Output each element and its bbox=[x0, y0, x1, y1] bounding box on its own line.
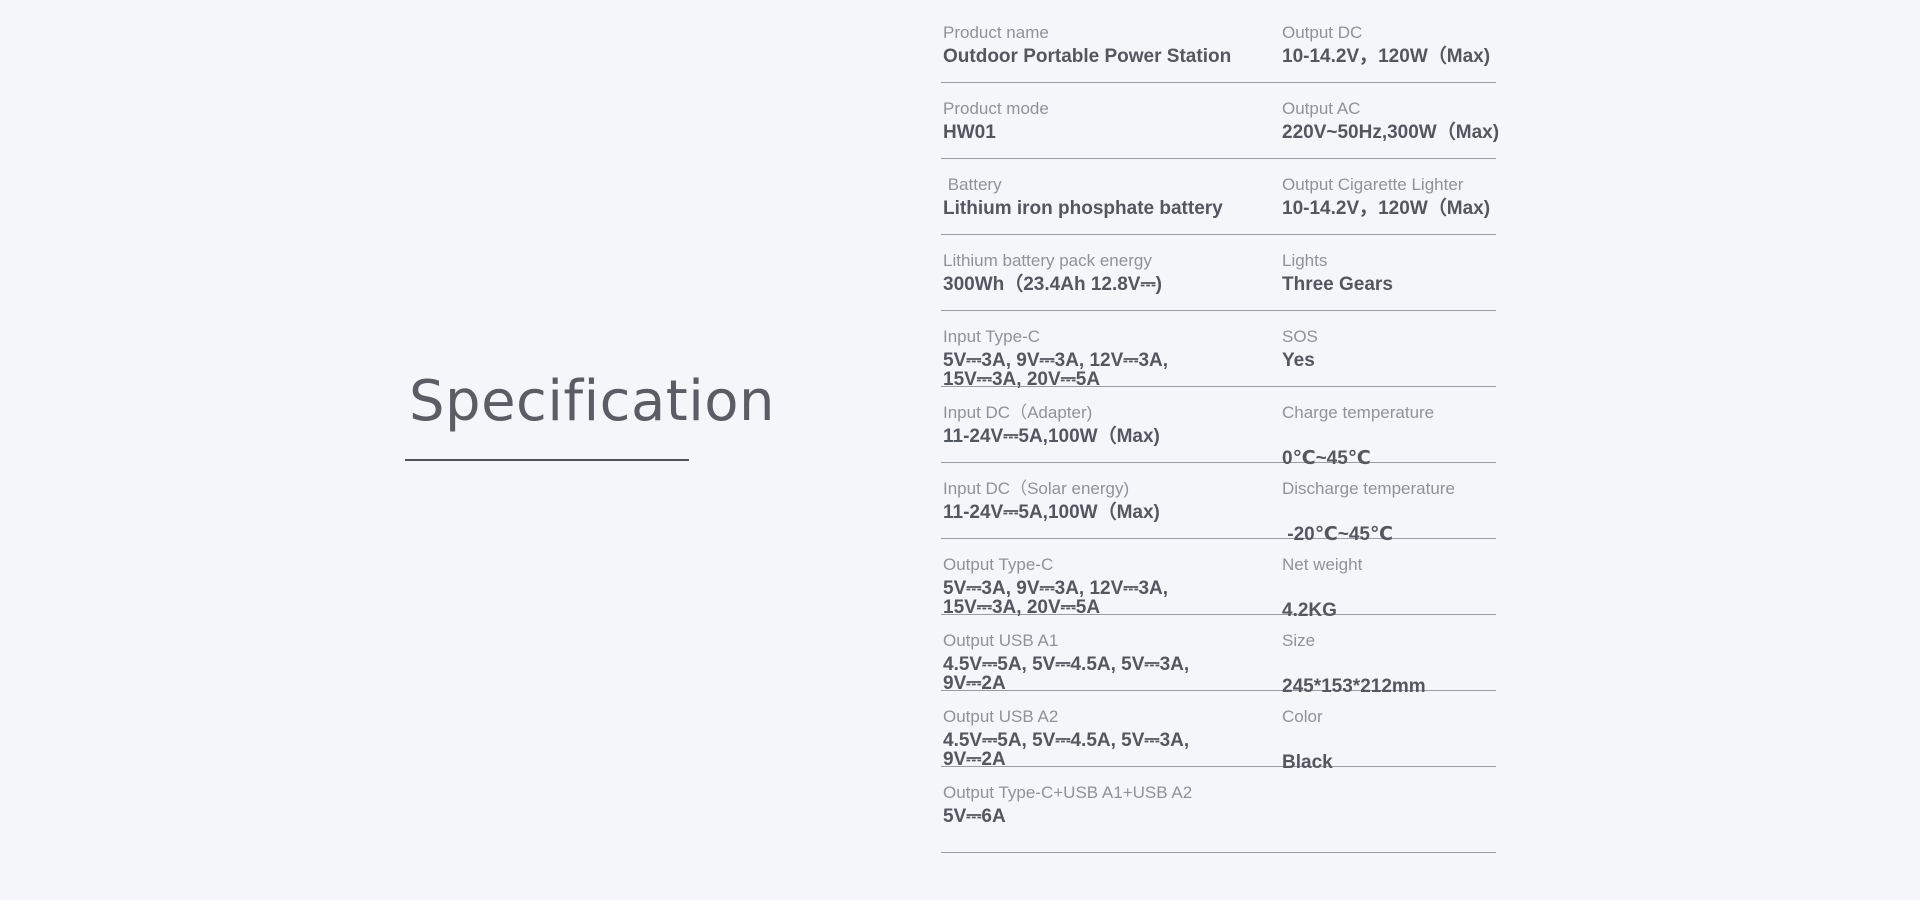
spec-cell: Product name Outdoor Portable Power Stat… bbox=[943, 7, 1273, 82]
spec-value-line: 4.5V⎓5A, 5V⎓4.5A, 5V⎓3A, bbox=[943, 654, 1190, 675]
spec-cell: Output USB A1 4.5V⎓5A, 5V⎓4.5A, 5V⎓3A, 9… bbox=[943, 615, 1273, 693]
spec-label: SOS bbox=[1282, 327, 1318, 346]
spec-row: Output USB A1 4.5V⎓5A, 5V⎓4.5A, 5V⎓3A, 9… bbox=[941, 615, 1496, 697]
spec-label: Input DC（Adapter) bbox=[943, 403, 1093, 422]
spec-value: Yes bbox=[1282, 350, 1315, 371]
spec-row: Output USB A2 4.5V⎓5A, 5V⎓4.5A, 5V⎓3A, 9… bbox=[941, 691, 1496, 773]
spec-value: 5V⎓6A bbox=[943, 806, 1006, 827]
spec-value: Outdoor Portable Power Station bbox=[943, 46, 1232, 67]
spec-cell: Input Type-C 5V⎓3A, 9V⎓3A, 12V⎓3A, 15V⎓3… bbox=[943, 311, 1273, 389]
spec-cell: Discharge temperature -20℃~45℃ bbox=[1282, 463, 1502, 545]
spec-value: 300Wh（23.4Ah 12.8V⎓) bbox=[943, 274, 1162, 295]
spec-label: Discharge temperature bbox=[1282, 479, 1455, 498]
spec-cell: Output USB A2 4.5V⎓5A, 5V⎓4.5A, 5V⎓3A, 9… bbox=[943, 691, 1273, 769]
spec-label: Product name bbox=[943, 23, 1049, 42]
spec-row: Product mode HW01 Output AC 220V~50Hz,30… bbox=[941, 83, 1499, 159]
spec-row: Input DC（Adapter) 11-24V⎓5A,100W（Max) Ch… bbox=[941, 387, 1496, 469]
spec-cell: Output Type-C 5V⎓3A, 9V⎓3A, 12V⎓3A, 15V⎓… bbox=[943, 539, 1273, 617]
title-underline bbox=[405, 459, 689, 461]
spec-cell: Charge temperature 0℃~45℃ bbox=[1282, 387, 1502, 469]
spec-value: 5V⎓3A, 9V⎓3A, 12V⎓3A, 15V⎓3A, 20V⎓5A bbox=[943, 579, 1168, 617]
spec-row: Battery Lithium iron phosphate battery O… bbox=[941, 159, 1496, 235]
spec-label: Output Type-C+USB A1+USB A2 bbox=[943, 783, 1193, 802]
page-title: Specification bbox=[409, 369, 776, 434]
spec-value: 10-14.2V，120W（Max) bbox=[1282, 46, 1491, 67]
spec-cell: Lithium battery pack energy 300Wh（23.4Ah… bbox=[943, 235, 1273, 310]
spec-cell: Input DC（Solar energy) 11-24V⎓5A,100W（Ma… bbox=[943, 463, 1273, 538]
spec-value: Three Gears bbox=[1282, 274, 1393, 295]
spec-label: Output USB A1 bbox=[943, 631, 1059, 650]
spec-cell: Product mode HW01 bbox=[943, 83, 1273, 158]
spec-value: 4.5V⎓5A, 5V⎓4.5A, 5V⎓3A, 9V⎓2A bbox=[943, 731, 1189, 769]
spec-label: Lights bbox=[1282, 251, 1328, 270]
spec-label: Output AC bbox=[1282, 99, 1361, 118]
spec-cell: Size 245*153*212mm bbox=[1282, 615, 1502, 697]
spec-cell: Output Cigarette Lighter 10-14.2V，120W（M… bbox=[1282, 159, 1502, 234]
spec-value-line: 5V⎓3A, 9V⎓3A, 12V⎓3A, bbox=[943, 578, 1169, 599]
spec-cell: Input DC（Adapter) 11-24V⎓5A,100W（Max) bbox=[943, 387, 1273, 462]
spec-row: Output Type-C+USB A1+USB A2 5V⎓6A bbox=[941, 767, 1496, 853]
spec-label: Lithium battery pack energy bbox=[943, 251, 1152, 270]
spec-label: Color bbox=[1282, 707, 1323, 726]
spec-cell: Output AC 220V~50Hz,300W（Max) bbox=[1282, 83, 1502, 158]
spec-cell: Color Black bbox=[1282, 691, 1502, 773]
spec-value: 5V⎓3A, 9V⎓3A, 12V⎓3A, 15V⎓3A, 20V⎓5A bbox=[943, 351, 1168, 389]
spec-label: Output DC bbox=[1282, 23, 1363, 42]
spec-cell: Battery Lithium iron phosphate battery bbox=[943, 159, 1273, 234]
spec-row: Input Type-C 5V⎓3A, 9V⎓3A, 12V⎓3A, 15V⎓3… bbox=[941, 311, 1496, 389]
spec-row: Lithium battery pack energy 300Wh（23.4Ah… bbox=[941, 235, 1496, 311]
spec-table: Product name Outdoor Portable Power Stat… bbox=[941, 7, 1499, 853]
spec-cell: Output Type-C+USB A1+USB A2 5V⎓6A bbox=[943, 767, 1273, 852]
spec-label: Output Type-C bbox=[943, 555, 1054, 574]
spec-label: Input DC（Solar energy) bbox=[943, 479, 1130, 498]
spec-cell: SOS Yes bbox=[1282, 311, 1502, 386]
spec-cell: Lights Three Gears bbox=[1282, 235, 1502, 310]
spec-label: Output Cigarette Lighter bbox=[1282, 175, 1464, 194]
spec-value: Lithium iron phosphate battery bbox=[943, 198, 1223, 219]
spec-label: Charge temperature bbox=[1282, 403, 1435, 422]
spec-value-line: 5V⎓3A, 9V⎓3A, 12V⎓3A, bbox=[943, 350, 1169, 371]
spec-row: Input DC（Solar energy) 11-24V⎓5A,100W（Ma… bbox=[941, 463, 1496, 545]
spec-value: 11-24V⎓5A,100W（Max) bbox=[943, 502, 1160, 523]
spec-value: HW01 bbox=[943, 122, 996, 143]
spec-row: Output Type-C 5V⎓3A, 9V⎓3A, 12V⎓3A, 15V⎓… bbox=[941, 539, 1496, 621]
spec-row: Product name Outdoor Portable Power Stat… bbox=[941, 7, 1496, 83]
spec-value: 10-14.2V，120W（Max) bbox=[1282, 198, 1491, 219]
spec-cell: Net weight 4.2KG bbox=[1282, 539, 1502, 621]
spec-cell: Output DC 10-14.2V，120W（Max) bbox=[1282, 7, 1502, 82]
spec-value-line: 4.5V⎓5A, 5V⎓4.5A, 5V⎓3A, bbox=[943, 730, 1190, 751]
spec-value: 220V~50Hz,300W（Max) bbox=[1282, 122, 1500, 143]
spec-label: Size bbox=[1282, 631, 1316, 650]
spec-label: Input Type-C bbox=[943, 327, 1041, 346]
spec-value: 11-24V⎓5A,100W（Max) bbox=[943, 426, 1160, 447]
spec-label: Product mode bbox=[943, 99, 1049, 118]
spec-label: Battery bbox=[943, 175, 1002, 194]
spec-value: 4.5V⎓5A, 5V⎓4.5A, 5V⎓3A, 9V⎓2A bbox=[943, 655, 1189, 693]
spec-label: Output USB A2 bbox=[943, 707, 1059, 726]
spec-label: Net weight bbox=[1282, 555, 1363, 574]
